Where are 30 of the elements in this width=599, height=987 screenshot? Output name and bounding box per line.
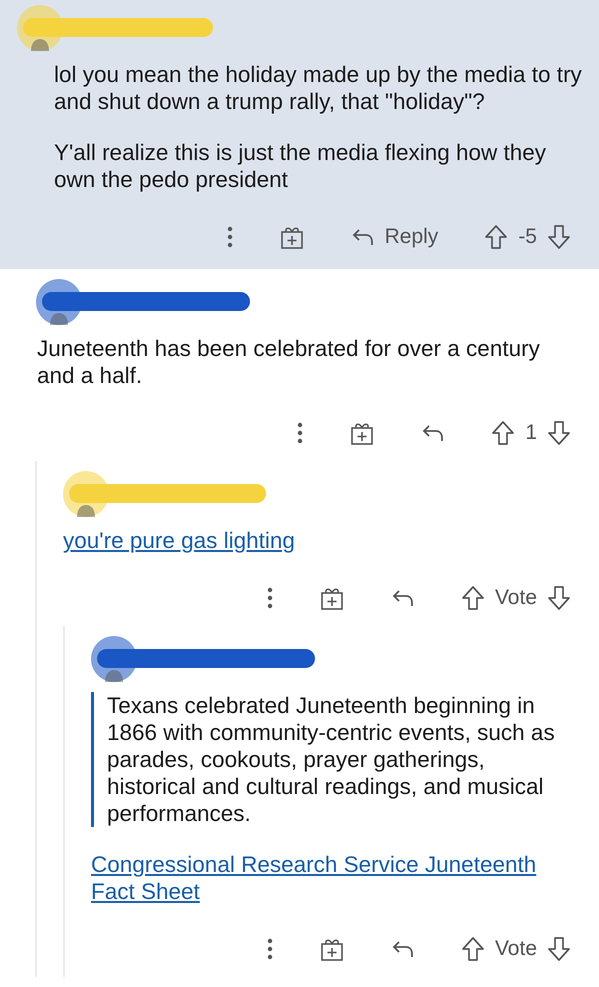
comment-text: lol you mean the holiday made up by the media to try and shut down a trump rally, that "holiday"? bbox=[54, 61, 583, 115]
more-options-button[interactable] bbox=[297, 422, 304, 444]
comment-text: Y'all realize this is just the media flexing how they own the pedo president bbox=[54, 139, 548, 193]
downvote-button[interactable] bbox=[547, 420, 571, 446]
upvote-button[interactable] bbox=[491, 420, 516, 446]
downvote-button[interactable] bbox=[547, 224, 571, 250]
vote-score: Vote bbox=[494, 586, 537, 610]
more-options-button[interactable] bbox=[266, 938, 273, 960]
upvote-button[interactable] bbox=[460, 585, 485, 611]
vote-score: -5 bbox=[518, 225, 537, 249]
reply-icon bbox=[350, 227, 375, 247]
quoted-text: Texans celebrated Juneteenth beginning in 1866 with community-centric events, such as parades, cookouts, prayer gatherings, historical and cultural readings, and musical performances. bbox=[91, 692, 563, 827]
reply-button[interactable]: Reply bbox=[350, 225, 438, 249]
reply-button[interactable] bbox=[390, 939, 415, 959]
reply-icon bbox=[390, 939, 415, 959]
comment-link[interactable]: you're pure gas lighting bbox=[63, 527, 295, 554]
comment-text: Juneteenth has been celebrated for over a century and a half. bbox=[37, 335, 541, 389]
reply-button[interactable] bbox=[390, 588, 415, 608]
upvote-button[interactable] bbox=[484, 224, 508, 250]
reply-button[interactable] bbox=[421, 423, 446, 443]
more-options-button[interactable] bbox=[226, 226, 233, 248]
vote-score: Vote bbox=[494, 937, 537, 961]
vote-score: 1 bbox=[525, 421, 537, 445]
downvote-button[interactable] bbox=[547, 936, 571, 962]
more-options-button[interactable] bbox=[266, 587, 273, 609]
comment-link[interactable]: Congressional Research Service Juneteenth Fact Sheet bbox=[91, 851, 561, 905]
upvote-button[interactable] bbox=[460, 936, 485, 962]
reply-icon bbox=[421, 423, 446, 443]
downvote-button[interactable] bbox=[547, 585, 571, 611]
reply-icon bbox=[390, 588, 415, 608]
